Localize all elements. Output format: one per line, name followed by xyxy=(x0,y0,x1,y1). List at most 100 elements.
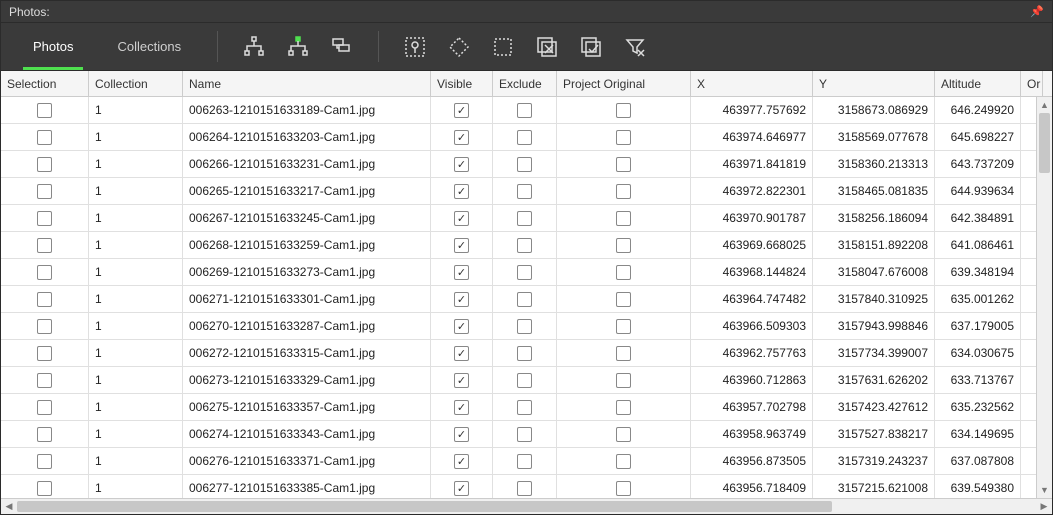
checkbox-icon[interactable]: ✓ xyxy=(454,238,469,253)
table-row[interactable]: 1006270-1210151633287-Cam1.jpg✓463966.50… xyxy=(1,313,1052,340)
project-original-cell[interactable] xyxy=(557,205,691,231)
scroll-up-icon[interactable]: ▲ xyxy=(1037,97,1052,113)
table-row[interactable]: 1006268-1210151633259-Cam1.jpg✓463969.66… xyxy=(1,232,1052,259)
checkbox-icon[interactable]: ✓ xyxy=(454,184,469,199)
project-original-cell[interactable] xyxy=(557,97,691,123)
check-all-icon[interactable] xyxy=(569,23,613,70)
checkbox-icon[interactable] xyxy=(517,319,532,334)
tab-photos[interactable]: Photos xyxy=(11,23,95,70)
pin-icon[interactable]: 📌 xyxy=(1030,5,1044,18)
checkbox-icon[interactable] xyxy=(616,157,631,172)
checkbox-icon[interactable] xyxy=(616,292,631,307)
checkbox-icon[interactable] xyxy=(517,238,532,253)
exclude-cell[interactable] xyxy=(493,448,557,474)
col-selection[interactable]: Selection xyxy=(1,71,89,96)
selection-cell[interactable] xyxy=(1,367,89,393)
visible-cell[interactable]: ✓ xyxy=(431,286,493,312)
exclude-cell[interactable] xyxy=(493,475,557,498)
checkbox-icon[interactable] xyxy=(517,157,532,172)
table-row[interactable]: 1006272-1210151633315-Cam1.jpg✓463962.75… xyxy=(1,340,1052,367)
project-original-cell[interactable] xyxy=(557,340,691,366)
col-x[interactable]: X xyxy=(691,71,813,96)
table-row[interactable]: 1006265-1210151633217-Cam1.jpg✓463972.82… xyxy=(1,178,1052,205)
table-row[interactable]: 1006274-1210151633343-Cam1.jpg✓463958.96… xyxy=(1,421,1052,448)
col-visible[interactable]: Visible xyxy=(431,71,493,96)
checkbox-icon[interactable] xyxy=(616,265,631,280)
scroll-track[interactable] xyxy=(1037,113,1052,482)
project-original-cell[interactable] xyxy=(557,151,691,177)
vertical-scrollbar[interactable]: ▲ ▼ xyxy=(1036,97,1052,498)
checkbox-icon[interactable]: ✓ xyxy=(454,454,469,469)
table-row[interactable]: 1006271-1210151633301-Cam1.jpg✓463964.74… xyxy=(1,286,1052,313)
uncheck-all-icon[interactable] xyxy=(525,23,569,70)
exclude-cell[interactable] xyxy=(493,340,557,366)
table-row[interactable]: 1006267-1210151633245-Cam1.jpg✓463970.90… xyxy=(1,205,1052,232)
checkbox-icon[interactable]: ✓ xyxy=(454,400,469,415)
checkbox-icon[interactable] xyxy=(616,481,631,496)
selection-cell[interactable] xyxy=(1,475,89,498)
checkbox-icon[interactable] xyxy=(37,265,52,280)
diamond-select-icon[interactable] xyxy=(437,23,481,70)
exclude-cell[interactable] xyxy=(493,232,557,258)
cascade-icon[interactable] xyxy=(320,23,364,70)
checkbox-icon[interactable]: ✓ xyxy=(454,346,469,361)
checkbox-icon[interactable] xyxy=(517,265,532,280)
project-original-cell[interactable] xyxy=(557,232,691,258)
checkbox-icon[interactable] xyxy=(616,211,631,226)
checkbox-icon[interactable] xyxy=(37,292,52,307)
visible-cell[interactable]: ✓ xyxy=(431,340,493,366)
project-original-cell[interactable] xyxy=(557,421,691,447)
checkbox-icon[interactable] xyxy=(517,454,532,469)
exclude-cell[interactable] xyxy=(493,178,557,204)
checkbox-icon[interactable] xyxy=(517,103,532,118)
visible-cell[interactable]: ✓ xyxy=(431,394,493,420)
tree-icon-1[interactable] xyxy=(232,23,276,70)
selection-cell[interactable] xyxy=(1,340,89,366)
checkbox-icon[interactable]: ✓ xyxy=(454,103,469,118)
checkbox-icon[interactable]: ✓ xyxy=(454,157,469,172)
checkbox-icon[interactable] xyxy=(37,184,52,199)
checkbox-icon[interactable] xyxy=(37,481,52,496)
visible-cell[interactable]: ✓ xyxy=(431,97,493,123)
col-y[interactable]: Y xyxy=(813,71,935,96)
scroll-left-icon[interactable]: ◀ xyxy=(1,499,17,514)
exclude-cell[interactable] xyxy=(493,259,557,285)
checkbox-icon[interactable] xyxy=(616,373,631,388)
exclude-cell[interactable] xyxy=(493,313,557,339)
checkbox-icon[interactable]: ✓ xyxy=(454,427,469,442)
table-row[interactable]: 1006263-1210151633189-Cam1.jpg✓463977.75… xyxy=(1,97,1052,124)
project-original-cell[interactable] xyxy=(557,394,691,420)
col-altitude[interactable]: Altitude xyxy=(935,71,1021,96)
checkbox-icon[interactable]: ✓ xyxy=(454,265,469,280)
project-original-cell[interactable] xyxy=(557,367,691,393)
exclude-cell[interactable] xyxy=(493,97,557,123)
hscroll-track[interactable] xyxy=(17,499,1036,514)
checkbox-icon[interactable] xyxy=(616,319,631,334)
checkbox-icon[interactable] xyxy=(517,130,532,145)
selection-cell[interactable] xyxy=(1,124,89,150)
table-row[interactable]: 1006269-1210151633273-Cam1.jpg✓463968.14… xyxy=(1,259,1052,286)
project-original-cell[interactable] xyxy=(557,313,691,339)
checkbox-icon[interactable] xyxy=(517,211,532,226)
table-row[interactable]: 1006273-1210151633329-Cam1.jpg✓463960.71… xyxy=(1,367,1052,394)
checkbox-icon[interactable] xyxy=(616,454,631,469)
checkbox-icon[interactable] xyxy=(37,211,52,226)
project-original-cell[interactable] xyxy=(557,259,691,285)
table-row[interactable]: 1006276-1210151633371-Cam1.jpg✓463956.87… xyxy=(1,448,1052,475)
col-or[interactable]: Or xyxy=(1021,71,1043,96)
visible-cell[interactable]: ✓ xyxy=(431,448,493,474)
checkbox-icon[interactable] xyxy=(517,184,532,199)
exclude-cell[interactable] xyxy=(493,394,557,420)
horizontal-scrollbar[interactable]: ◀ ▶ xyxy=(1,498,1052,514)
visible-cell[interactable]: ✓ xyxy=(431,205,493,231)
checkbox-icon[interactable] xyxy=(517,400,532,415)
selection-cell[interactable] xyxy=(1,259,89,285)
table-row[interactable]: 1006277-1210151633385-Cam1.jpg✓463956.71… xyxy=(1,475,1052,498)
visible-cell[interactable]: ✓ xyxy=(431,313,493,339)
checkbox-icon[interactable] xyxy=(517,292,532,307)
selection-cell[interactable] xyxy=(1,232,89,258)
checkbox-icon[interactable] xyxy=(37,103,52,118)
project-original-cell[interactable] xyxy=(557,475,691,498)
selection-cell[interactable] xyxy=(1,394,89,420)
checkbox-icon[interactable] xyxy=(616,427,631,442)
